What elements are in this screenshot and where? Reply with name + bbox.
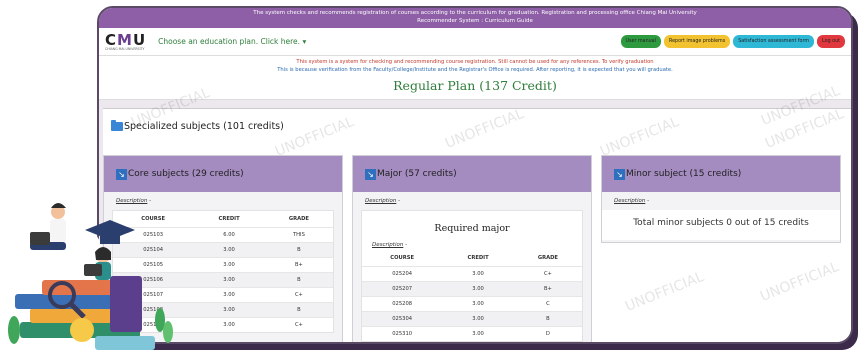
folder-icon: [111, 120, 123, 131]
required-description-label: Description: [372, 242, 404, 248]
watermark: UNOFFICIAL: [623, 268, 707, 316]
watermark: UNOFFICIAL: [758, 258, 842, 306]
log-out-button[interactable]: Log out: [817, 35, 845, 48]
notice-banner: This system is a system for checking and…: [99, 56, 851, 76]
nav-buttons: User manual Report image problems Satisf…: [620, 35, 845, 48]
minor-title: Minor subject (15 credits): [626, 169, 742, 179]
satisfaction-form-button[interactable]: Satisfaction assessment form: [733, 35, 815, 48]
cmu-logo[interactable]: CMU CHIANG MAI UNIVERSITY: [105, 32, 146, 51]
minor-card: ↘ Minor subject (15 credits) Description…: [601, 155, 841, 243]
top-banner: The system checks and recommends registr…: [99, 8, 851, 28]
arrow-icon: ↘: [365, 168, 376, 180]
table-row: 025207 3.00 B+: [362, 280, 582, 296]
caret-down-icon: ▾: [302, 37, 307, 46]
column-header: GRADE: [537, 254, 558, 261]
notice-line2: This is because verification from the Fa…: [277, 67, 673, 73]
required-major-title: Required major: [434, 223, 510, 234]
column-header: CREDIT: [467, 254, 489, 261]
notice-line1: This system is a system for checking and…: [296, 59, 654, 65]
navbar: CMU CHIANG MAI UNIVERSITY Choose an educ…: [99, 28, 851, 56]
minor-total-text: Total minor subjects 0 out of 15 credits: [602, 210, 840, 240]
report-image-problems-button[interactable]: Report image problems: [663, 35, 731, 48]
specialized-subjects-section: Specialized subjects (101 credits) ↘ Cor…: [103, 106, 851, 342]
students-illustration: [0, 203, 173, 350]
arrow-icon: ↘: [116, 168, 127, 180]
arrow-icon: ↘: [614, 168, 625, 180]
plan-select-dropdown[interactable]: Choose an education plan. Click here. ▾: [158, 37, 306, 46]
major-description-label: Description: [365, 198, 397, 204]
table-row: 025204 3.00 C+: [362, 265, 582, 281]
logo-subtitle: CHIANG MAI UNIVERSITY: [105, 46, 145, 51]
minor-description-label: Description: [614, 198, 646, 204]
major-title: Major (57 credits): [377, 169, 457, 179]
column-header: CREDIT: [218, 215, 240, 222]
top-banner-line1: The system checks and recommends registr…: [253, 10, 697, 16]
table-row: 025304 3.00 B: [362, 310, 582, 326]
section-title: Specialized subjects (101 credits): [124, 121, 284, 132]
browser-frame: The system checks and recommends registr…: [97, 6, 853, 344]
major-table: COURSE CREDIT GRADE 025204 3.00 C+ 025207 3…: [362, 250, 582, 341]
major-card: ↘ Major (57 credits) Description - Requi…: [352, 155, 592, 342]
column-header: GRADE: [288, 215, 309, 222]
user-manual-button[interactable]: User manual: [620, 35, 661, 48]
core-title: Core subjects (29 credits): [128, 169, 244, 179]
column-header: COURSE: [390, 254, 415, 261]
major-table-container: Required major Description - COURSE CRED…: [361, 210, 583, 342]
top-banner-line2: Recommender System : Curriculum Guide: [417, 17, 533, 24]
plan-title: Regular Plan (137 Credit): [99, 76, 851, 100]
table-row: 025208 3.00 C: [362, 295, 582, 311]
table-row: 025310 3.00 D: [362, 325, 582, 341]
